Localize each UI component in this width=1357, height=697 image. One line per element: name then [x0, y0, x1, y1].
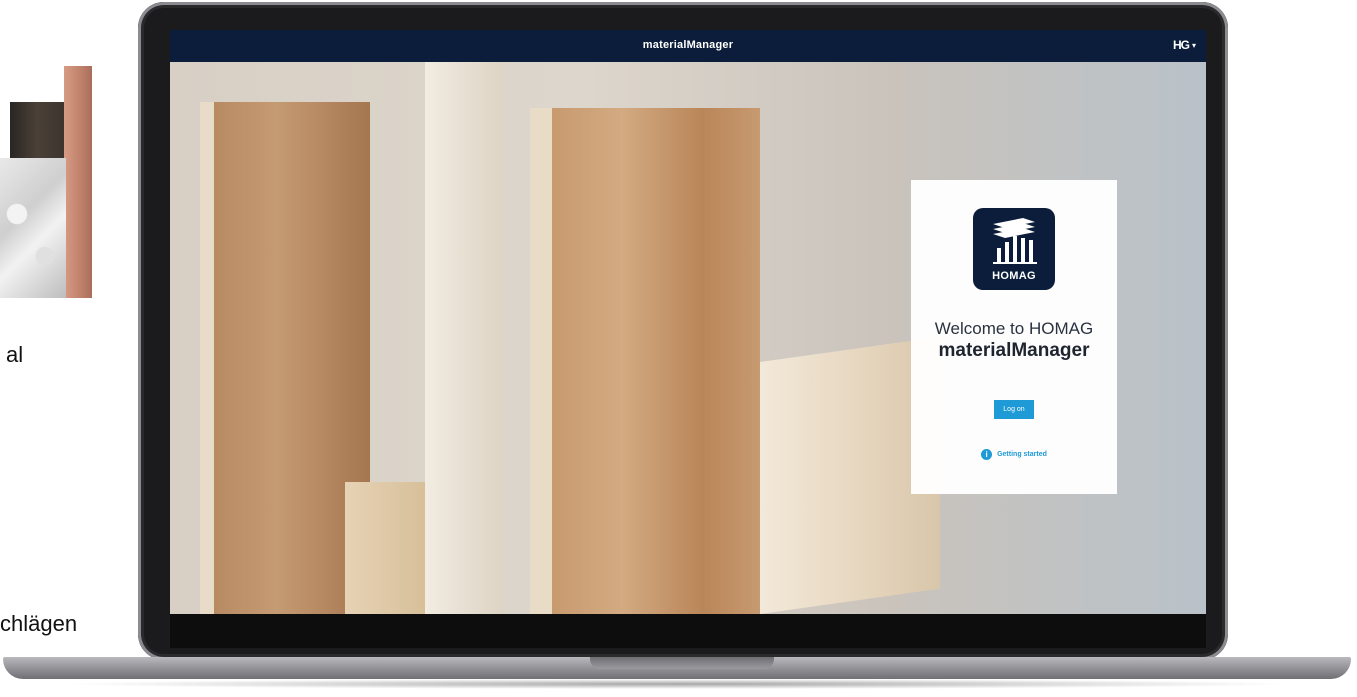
copper-panel [64, 66, 92, 298]
laptop-opening-notch [590, 657, 774, 669]
product-name: materialManager [938, 340, 1090, 361]
wood-board [345, 482, 425, 614]
chevron-down-icon: ▾ [1191, 40, 1196, 50]
user-menu[interactable]: HG ▾ [1173, 38, 1196, 52]
homag-brand-label: HOMAG [992, 270, 1036, 282]
marble-panel [0, 158, 66, 298]
info-icon: i [981, 449, 993, 460]
laptop-bottom-bezel [170, 614, 1206, 648]
side-text-fragment-1: al [6, 342, 24, 367]
app-header: materialManager HG ▾ [170, 30, 1206, 62]
laptop-shadow [60, 679, 1296, 689]
side-material-photo [0, 62, 92, 298]
log-on-button[interactable]: Log on [994, 400, 1034, 419]
hg-logo-icon: HG [1172, 38, 1190, 52]
getting-started-link[interactable]: i Getting started [911, 449, 1117, 460]
laptop-screen: materialManager HG ▾ HOMAG Welcome to HO… [170, 30, 1206, 614]
login-card: HOMAG Welcome to HOMAG materialManager L… [911, 180, 1117, 494]
welcome-text: Welcome to HOMAG [934, 319, 1094, 338]
side-text-fragment-2: chlägen [0, 611, 78, 636]
getting-started-label: Getting started [997, 451, 1047, 458]
wood-board [425, 62, 505, 614]
app-title: materialManager [642, 39, 734, 51]
wood-board [530, 108, 760, 614]
stack-chart-icon [993, 218, 1037, 264]
homag-app-icon: HOMAG [973, 208, 1055, 290]
